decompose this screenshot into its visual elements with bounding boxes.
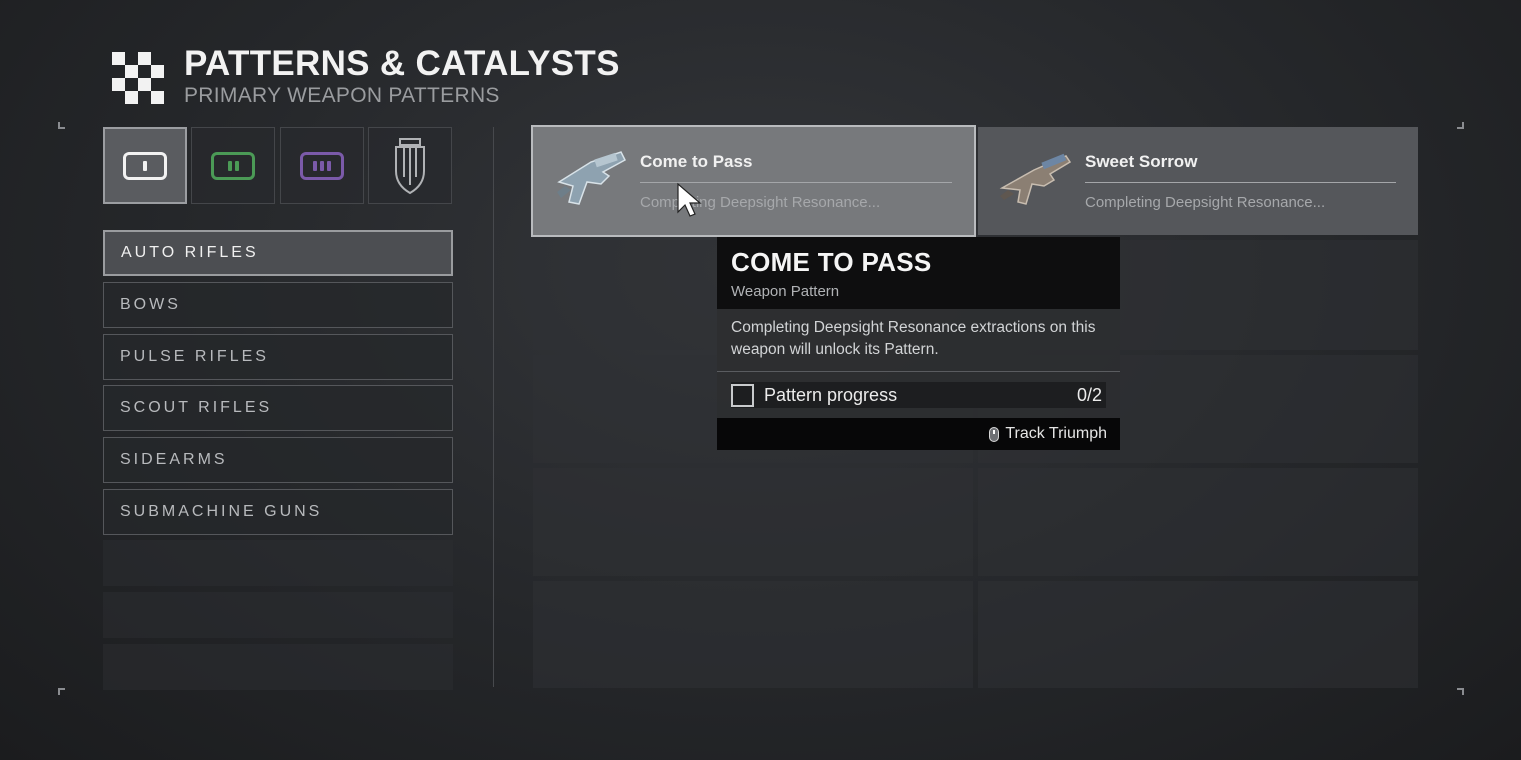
tooltip-title: COME TO PASS bbox=[731, 247, 932, 277]
weapon-type-auto-rifles[interactable]: AUTO RIFLES bbox=[103, 230, 453, 276]
frame-corner-top-right bbox=[1457, 122, 1464, 129]
track-triumph-label: Track Triumph bbox=[1005, 425, 1107, 442]
shield-banner-icon bbox=[395, 137, 425, 194]
pattern-card-sweet-sorrow[interactable]: Sweet Sorrow Completing Deepsight Resona… bbox=[978, 127, 1418, 235]
panel-divider bbox=[493, 127, 494, 687]
progress-label: Pattern progress bbox=[764, 384, 898, 405]
frame-corner-top-left bbox=[58, 122, 65, 129]
weapon-type-scout-rifles[interactable]: SCOUT RIFLES bbox=[103, 385, 453, 431]
progress-checkbox bbox=[731, 383, 754, 407]
empty-pattern-slot bbox=[978, 581, 1418, 688]
track-triumph-action[interactable]: Track Triumph bbox=[717, 418, 1120, 450]
auto-rifle-weapon-icon bbox=[999, 153, 1072, 205]
empty-pattern-slot bbox=[533, 468, 973, 576]
weapon-type-bows[interactable]: BOWS bbox=[103, 282, 453, 328]
tab-heavy[interactable] bbox=[280, 127, 364, 204]
progress-value: 0/2 bbox=[1076, 384, 1102, 405]
tab-catalysts[interactable] bbox=[368, 127, 452, 204]
primary-ammo-icon bbox=[123, 151, 167, 180]
mouse-icon bbox=[989, 426, 1000, 442]
weapon-type-pulse-rifles[interactable]: PULSE RIFLES bbox=[103, 334, 453, 380]
pattern-name: Come to Pass bbox=[640, 152, 753, 171]
cursor-arrow-icon bbox=[677, 182, 702, 217]
empty-slot bbox=[103, 592, 453, 638]
tooltip-type: Weapon Pattern bbox=[731, 283, 840, 300]
pattern-status: Completing Deepsight Resonance... bbox=[1085, 194, 1326, 211]
frame-corner-bottom-left bbox=[58, 688, 65, 695]
auto-rifle-weapon-icon bbox=[557, 151, 626, 205]
page-title: PATTERNS & CATALYSTS bbox=[184, 44, 620, 83]
empty-slot bbox=[103, 540, 453, 586]
checkered-pattern-icon bbox=[112, 52, 164, 104]
pattern-name: Sweet Sorrow bbox=[1085, 152, 1198, 171]
empty-pattern-slot bbox=[533, 581, 973, 688]
heavy-ammo-icon bbox=[300, 151, 344, 180]
tab-primary[interactable] bbox=[103, 127, 187, 204]
tooltip-progress: Pattern progress 0/2 bbox=[717, 372, 1120, 418]
tooltip-description: Completing Deepsight Resonance extractio… bbox=[717, 309, 1120, 371]
pattern-progress-row: Pattern progress 0/2 bbox=[731, 382, 1106, 408]
pattern-separator bbox=[1085, 182, 1396, 183]
empty-slot bbox=[103, 644, 453, 690]
page-subtitle: PRIMARY WEAPON PATTERNS bbox=[184, 84, 500, 107]
weapon-type-sidearms[interactable]: SIDEARMS bbox=[103, 437, 453, 483]
tab-special[interactable] bbox=[191, 127, 275, 204]
empty-pattern-slot bbox=[978, 468, 1418, 576]
tooltip-header: COME TO PASS Weapon Pattern bbox=[717, 237, 1120, 309]
pattern-card-come-to-pass[interactable]: Come to Pass Completing Deepsight Resona… bbox=[531, 125, 976, 237]
frame-corner-bottom-right bbox=[1457, 688, 1464, 695]
special-ammo-icon bbox=[211, 151, 255, 180]
pattern-tooltip: COME TO PASS Weapon Pattern Completing D… bbox=[717, 237, 1120, 450]
weapon-type-submachine-guns[interactable]: SUBMACHINE GUNS bbox=[103, 489, 453, 535]
